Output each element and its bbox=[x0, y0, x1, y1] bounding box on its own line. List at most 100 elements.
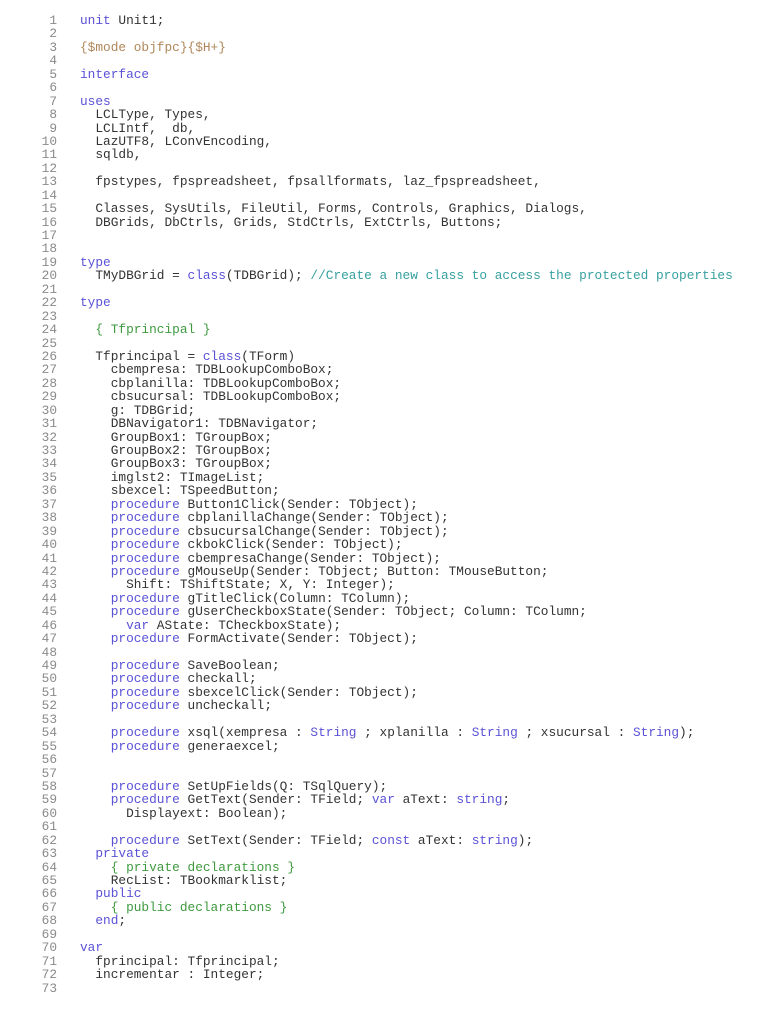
line-content: procedure xsql(xempresa : String ; xplan… bbox=[80, 725, 695, 741]
code-line: 1 unit Unit1; bbox=[0, 14, 768, 28]
line-content: Displayext: Boolean); bbox=[80, 807, 287, 820]
line-number: 39 bbox=[41, 523, 57, 539]
code-line: 5 interface bbox=[0, 67, 768, 81]
code-text: ; bbox=[118, 913, 127, 929]
line-number: 51 bbox=[41, 684, 57, 700]
line-number: 34 bbox=[41, 456, 57, 472]
line-number: 9 bbox=[49, 120, 57, 136]
code-line: 51 procedure sbexcelClick(Sender: TObjec… bbox=[0, 684, 768, 700]
keyword: procedure bbox=[110, 738, 180, 754]
line-number: 48 bbox=[41, 644, 57, 660]
source-code-listing: 1 unit Unit1; 2 3 {$mode objfpc}{$H+} 4 5 inter… bbox=[0, 14, 768, 995]
line-number: 8 bbox=[49, 107, 57, 123]
line-number: 42 bbox=[41, 563, 57, 579]
line-content: g: TDBGrid; bbox=[80, 403, 196, 417]
line-content: unit Unit1; bbox=[80, 14, 164, 27]
code-line: 8 LCLType, Types, bbox=[0, 107, 768, 123]
line-content: type bbox=[80, 256, 111, 269]
line-number: 69 bbox=[41, 926, 57, 942]
line-number: 6 bbox=[49, 80, 57, 96]
code-line: 24 { Tfprincipal } bbox=[0, 323, 768, 337]
line-content: GroupBox1: TGroupBox; bbox=[80, 430, 272, 444]
line-number: 50 bbox=[41, 671, 57, 687]
line-number: 49 bbox=[41, 658, 57, 673]
code-line: 67 { public declarations } bbox=[0, 900, 768, 914]
keyword: end bbox=[95, 913, 119, 929]
line-number: 7 bbox=[49, 93, 57, 109]
line-content: interface bbox=[80, 68, 149, 81]
code-line: 66 public bbox=[0, 887, 768, 901]
line-number: 70 bbox=[41, 940, 57, 956]
line-content: type bbox=[80, 296, 111, 309]
code-line: 40 procedure ckbokClick(Sender: TObject)… bbox=[0, 537, 768, 553]
code-line: 23 bbox=[0, 309, 768, 323]
line-number: 10 bbox=[41, 133, 57, 149]
code-text: fpstypes, fpspreadsheet, fpsallformats, … bbox=[80, 174, 541, 190]
keyword: String bbox=[310, 725, 357, 741]
code-line: 19 type bbox=[0, 254, 768, 270]
code-line: 37 procedure Button1Click(Sender: TObjec… bbox=[0, 497, 768, 511]
line-number: 46 bbox=[41, 617, 57, 633]
line-number: 27 bbox=[41, 362, 57, 378]
code-line: 9 LCLIntf, db, bbox=[0, 120, 768, 136]
line-number: 25 bbox=[41, 335, 57, 351]
line-content: GroupBox2: TGroupBox; bbox=[80, 444, 272, 457]
keyword: String bbox=[632, 725, 680, 741]
code-text: SetText(Sender: TField; bbox=[179, 832, 372, 848]
line-number: 19 bbox=[41, 254, 57, 270]
line-number: 62 bbox=[41, 832, 57, 848]
line-number: 64 bbox=[41, 859, 57, 875]
code-line: 34 GroupBox3: TGroupBox; bbox=[0, 456, 768, 472]
line-comment: //Create a new class to access the prote… bbox=[310, 268, 733, 284]
code-line: 42 procedure gMouseUp(Sender: TObject; B… bbox=[0, 563, 768, 579]
line-content: procedure uncheckall; bbox=[80, 699, 272, 712]
code-line: 70 var bbox=[0, 940, 768, 956]
code-line: 59 procedure GetText(Sender: TField; var… bbox=[0, 793, 768, 807]
line-content: procedure FormActivate(Sender: TObject); bbox=[80, 632, 418, 645]
code-line: 33 GroupBox2: TGroupBox; bbox=[0, 443, 768, 458]
code-line: 20 TMyDBGrid = class(TDBGrid); //Create … bbox=[0, 268, 768, 284]
line-number: 33 bbox=[41, 443, 57, 458]
line-number: 4 bbox=[49, 53, 57, 69]
line-number: 68 bbox=[41, 913, 57, 929]
keyword: String bbox=[471, 725, 518, 741]
line-content: {$mode objfpc}{$H+} bbox=[80, 41, 226, 54]
line-number: 73 bbox=[41, 980, 57, 996]
line-number: 40 bbox=[41, 537, 57, 553]
line-number: 18 bbox=[41, 241, 57, 257]
line-content: { Tfprincipal } bbox=[80, 323, 210, 336]
code-line: 27 cbempresa: TDBLookupComboBox; bbox=[0, 362, 768, 378]
line-content: procedure GetText(Sender: TField; var aT… bbox=[80, 793, 510, 806]
line-number: 65 bbox=[41, 873, 57, 888]
line-number: 22 bbox=[41, 295, 57, 311]
line-number: 44 bbox=[41, 590, 57, 606]
line-content: public bbox=[80, 887, 141, 900]
code-line: 52 procedure uncheckall; bbox=[0, 699, 768, 713]
code-line: 48 bbox=[0, 644, 768, 660]
line-content: procedure sbexcelClick(Sender: TObject); bbox=[80, 686, 418, 699]
keyword: interface bbox=[80, 66, 150, 82]
code-text: ; xsucursal : bbox=[517, 725, 633, 741]
line-number: 36 bbox=[41, 483, 57, 499]
code-line: 44 procedure gTitleClick(Column: TColumn… bbox=[0, 590, 768, 606]
code-line: 15 Classes, SysUtils, FileUtil, Forms, C… bbox=[0, 202, 768, 216]
line-number: 30 bbox=[41, 402, 57, 418]
line-number: 72 bbox=[41, 967, 57, 983]
line-content: DBNavigator1: TDBNavigator; bbox=[80, 417, 318, 430]
line-number: 31 bbox=[41, 416, 57, 432]
code-line: 3 {$mode objfpc}{$H+} bbox=[0, 40, 768, 54]
keyword: type bbox=[80, 295, 111, 311]
line-content: procedure gMouseUp(Sender: TObject; Butt… bbox=[80, 565, 549, 578]
code-line: 10 LazUTF8, LConvEncoding, bbox=[0, 133, 768, 149]
line-content: LCLIntf, db, bbox=[80, 121, 195, 135]
line-number: 21 bbox=[41, 281, 57, 297]
line-content: Tfprincipal = class(TForm) bbox=[80, 350, 295, 363]
line-number: 58 bbox=[41, 778, 57, 794]
line-content: procedure gUserCheckboxState(Sender: TOb… bbox=[80, 605, 587, 618]
keyword: var bbox=[371, 792, 395, 808]
line-content: var bbox=[80, 941, 103, 954]
code-line: 50 procedure checkall; bbox=[0, 671, 768, 687]
code-line: 25 bbox=[0, 335, 768, 351]
code-line: 39 procedure cbsucursalChange(Sender: TO… bbox=[0, 523, 768, 539]
